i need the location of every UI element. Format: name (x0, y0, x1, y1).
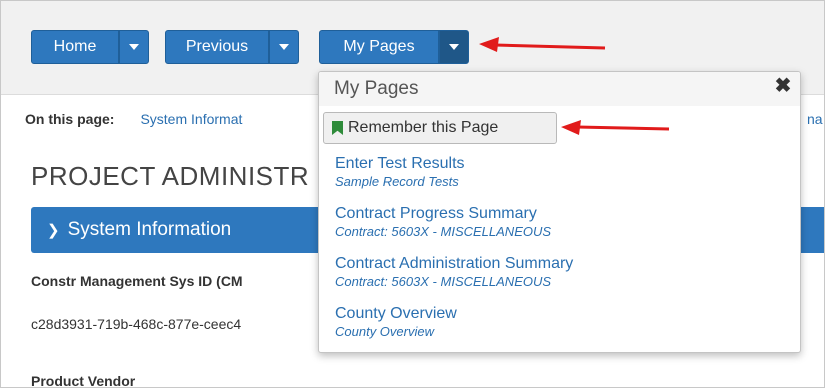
list-item-subtitle: Contract: 5603X - MISCELLANEOUS (335, 224, 552, 239)
list-item[interactable]: Enter Test Results Sample Record Tests (335, 154, 573, 204)
previous-dropdown-toggle[interactable] (269, 30, 299, 64)
list-item[interactable]: County Overview County Overview (335, 304, 573, 352)
remember-this-page-button[interactable]: Remember this Page (323, 112, 557, 144)
page-title: PROJECT ADMINISTR (31, 161, 310, 191)
cms-id-label: Constr Management Sys ID (CM (31, 273, 243, 289)
list-item-subtitle: County Overview (335, 324, 434, 339)
list-item-title: Enter Test Results (335, 155, 465, 172)
list-item[interactable]: Contract Administration Summary Contract… (335, 254, 573, 304)
list-item-title: County Overview (335, 305, 457, 322)
my-pages-list: Enter Test Results Sample Record Tests C… (335, 154, 573, 352)
chevron-down-icon: ❯ (47, 222, 60, 239)
list-item[interactable]: Contract Progress Summary Contract: 5603… (335, 204, 573, 254)
on-this-page-link-right[interactable]: na (807, 111, 824, 127)
caret-down-icon (279, 44, 289, 50)
caret-down-icon (129, 44, 139, 50)
cms-id-value: c28d3931-719b-468c-877e-ceec4 (31, 316, 242, 332)
home-dropdown-toggle[interactable] (119, 30, 149, 64)
close-icon[interactable]: ✖ (774, 76, 792, 96)
my-pages-button-group: My Pages (319, 30, 469, 64)
my-pages-dropdown: My Pages ✖ Remember this Page Enter Test… (318, 71, 801, 353)
red-arrow-icon (479, 37, 606, 52)
my-pages-dropdown-toggle[interactable] (439, 30, 469, 64)
list-item-title: Contract Administration Summary (335, 255, 574, 272)
previous-button[interactable]: Previous (165, 30, 269, 64)
previous-button-group: Previous (165, 30, 299, 64)
section-title: System Information (67, 219, 232, 240)
on-this-page-nav: On this page: System Informat (25, 111, 242, 127)
my-pages-button[interactable]: My Pages (319, 30, 439, 64)
dropdown-title: My Pages (334, 78, 419, 99)
dropdown-header: My Pages ✖ (319, 72, 800, 106)
home-button-group: Home (31, 30, 149, 64)
system-information-link[interactable]: System Informat (140, 111, 242, 127)
list-item-title: Contract Progress Summary (335, 205, 537, 222)
product-vendor-label: Product Vendor (31, 373, 136, 388)
bookmark-icon (332, 121, 343, 135)
on-this-page-label: On this page: (25, 111, 115, 127)
list-item-subtitle: Sample Record Tests (335, 174, 459, 189)
caret-down-icon (449, 44, 459, 50)
remember-label: Remember this Page (348, 119, 499, 136)
list-item-subtitle: Contract: 5603X - MISCELLANEOUS (335, 274, 552, 289)
red-arrow-icon (561, 120, 670, 135)
home-button[interactable]: Home (31, 30, 119, 64)
